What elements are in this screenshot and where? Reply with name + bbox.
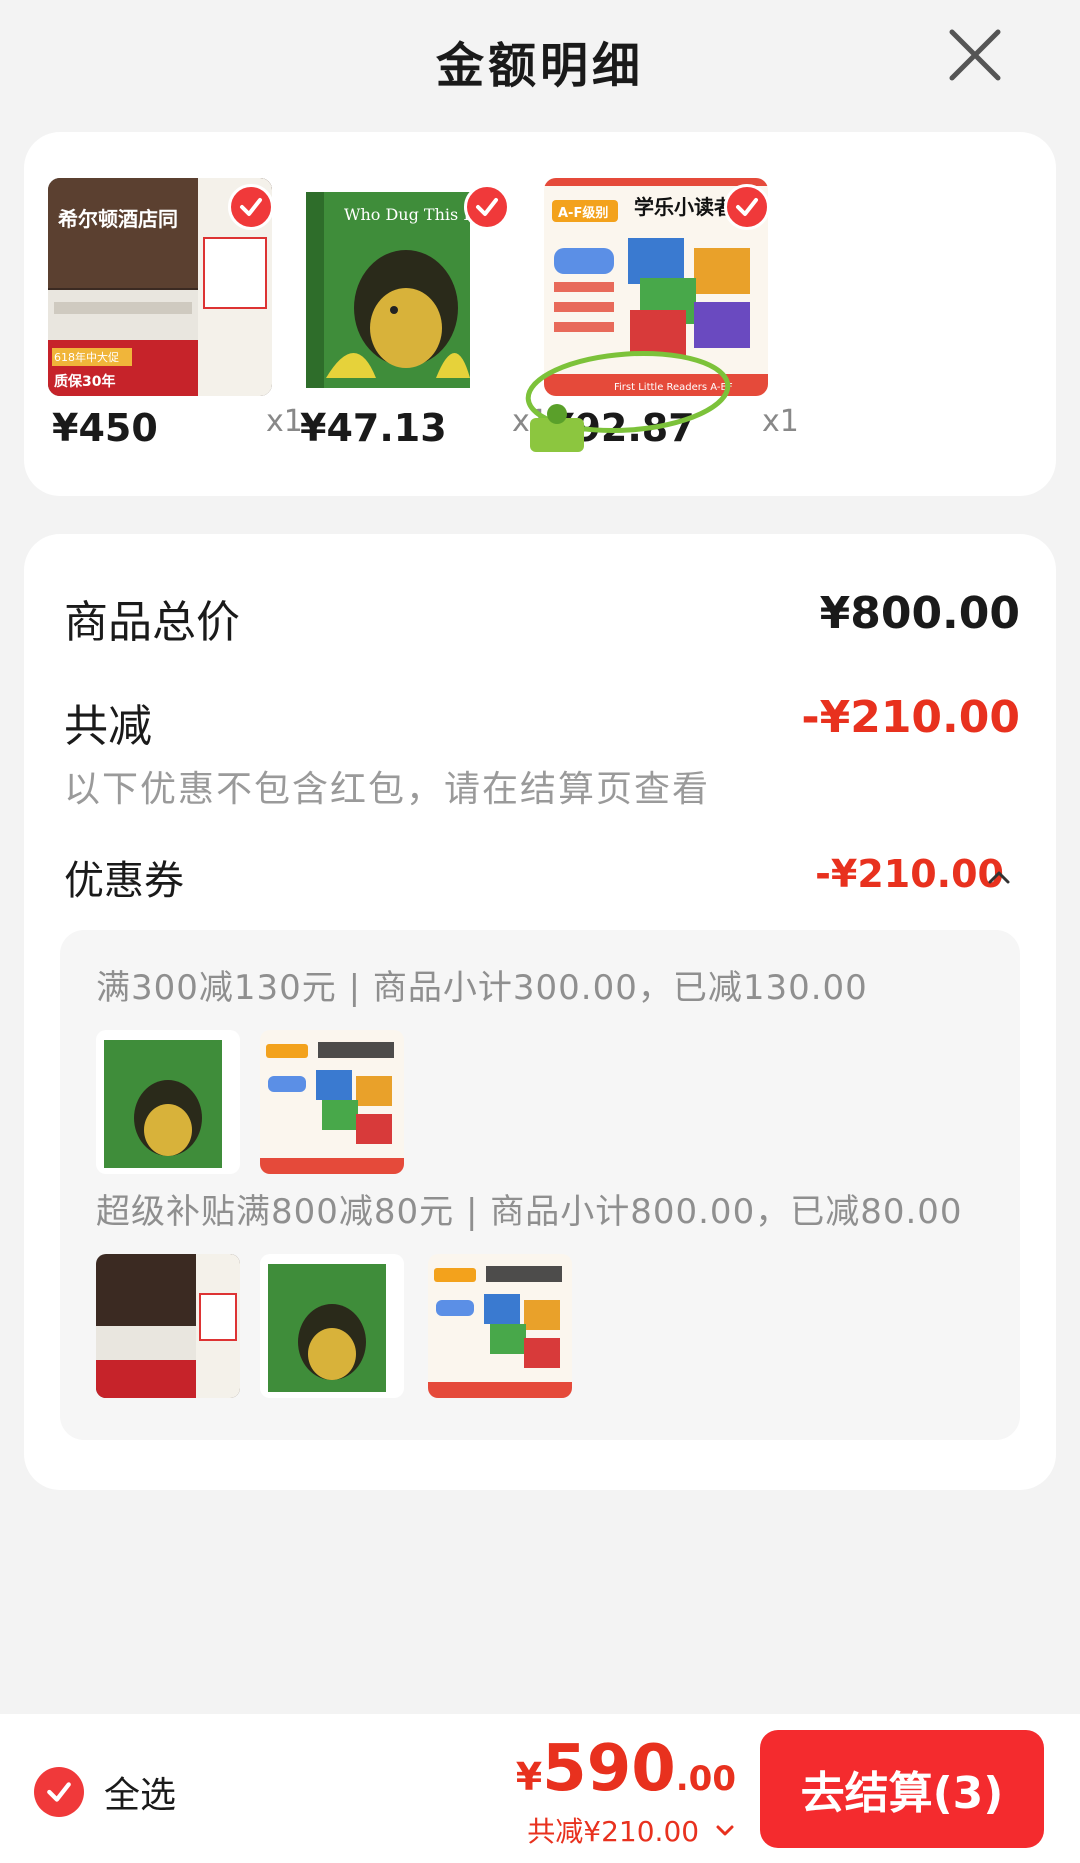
checkout-bar: 全选 ¥590.00 共减¥210.00 去结算(3) (0, 1714, 1080, 1863)
price-detail-card: 商品总价 ¥800.00 共减 -¥210.00 以下优惠不包含红包，请在结算页… (24, 534, 1056, 1490)
product-price: ¥450 (52, 406, 158, 450)
book-who-dug-this-hole (260, 1254, 404, 1398)
coupon-item-thumbnail (428, 1254, 572, 1398)
selected-check[interactable] (464, 184, 510, 230)
coupon-item-thumbnail (96, 1030, 240, 1174)
payable-amount: ¥590.00 (516, 1732, 736, 1806)
coupon-label: 优惠券 (64, 858, 184, 904)
book-set-xuele (428, 1254, 572, 1398)
chevron-up-icon[interactable] (986, 864, 1012, 890)
select-all-label: 全选 (104, 1775, 177, 1816)
amount-decimal: .00 (675, 1759, 736, 1799)
check-icon (736, 198, 758, 216)
amount-detail-sheet: 金额明细 希尔顿酒店同 618年中大促 质保30年 ¥450 x1 Who Du… (0, 0, 1080, 1863)
discount-label: 共减 (64, 701, 152, 752)
book-set-xuele (260, 1030, 404, 1174)
select-all-toggle[interactable]: 全选 (34, 1766, 176, 1818)
selected-products-card: 希尔顿酒店同 618年中大促 质保30年 ¥450 x1 Who Dug Thi… (24, 132, 1056, 496)
checkout-button[interactable]: 去结算(3) (760, 1730, 1044, 1848)
coupon-breakdown: 满300减130元 | 商品小计300.00，已减130.00 超级补贴满800… (60, 930, 1020, 1440)
book-set-badge: A-F级别 (558, 205, 608, 221)
check-icon (476, 198, 498, 216)
coupon-value[interactable]: -¥210.00 (815, 852, 1004, 896)
saved-amount: 共减¥210.00 (527, 1815, 700, 1848)
total-price-value: ¥800.00 (819, 588, 1020, 639)
price-highlight-circle (525, 350, 731, 452)
select-all-check[interactable] (34, 1767, 84, 1817)
product-item[interactable]: 希尔顿酒店同 618年中大促 质保30年 ¥450 x1 (48, 178, 303, 450)
check-icon (47, 1782, 71, 1802)
check-icon (240, 198, 262, 216)
product-image-text: 希尔顿酒店同 (58, 207, 178, 231)
chevron-down-icon (716, 1825, 734, 1836)
coupon-item-thumbnail (260, 1254, 404, 1398)
product-qty: x1 (762, 404, 799, 439)
book-who-dug-this-hole (96, 1030, 240, 1174)
selected-check[interactable] (228, 184, 274, 230)
coupon-item-thumbnail (260, 1030, 404, 1174)
book-set-title: 学乐小读者 (634, 195, 734, 219)
discount-value: -¥210.00 (801, 692, 1020, 743)
coupon-rule: 超级补贴满800减80元 | 商品小计800.00，已减80.00 (96, 1192, 963, 1232)
product-price: ¥47.13 (300, 406, 447, 450)
total-price-label: 商品总价 (64, 597, 240, 648)
close-icon (949, 29, 1001, 81)
currency-symbol: ¥ (515, 1755, 543, 1799)
coupon-item-thumbnail (96, 1254, 240, 1398)
product-item[interactable]: Who Dug This HOLE? ¥47.13 x1 (296, 178, 549, 450)
amount-integer: 590 (542, 1732, 676, 1806)
sheet-header: 金额明细 (0, 0, 1080, 120)
saved-amount-toggle[interactable]: 共减¥210.00 (527, 1810, 736, 1850)
discount-hint: 以下优惠不包含红包，请在结算页查看 (64, 769, 711, 810)
selected-check[interactable] (724, 184, 770, 230)
page-title: 金额明细 (435, 38, 644, 94)
product-image-text: 质保30年 (54, 373, 115, 390)
close-button[interactable] (946, 26, 1004, 84)
product-image-text: 618年中大促 (54, 350, 119, 364)
mattress-image (96, 1254, 240, 1398)
coupon-rule: 满300减130元 | 商品小计300.00，已减130.00 (96, 968, 868, 1008)
